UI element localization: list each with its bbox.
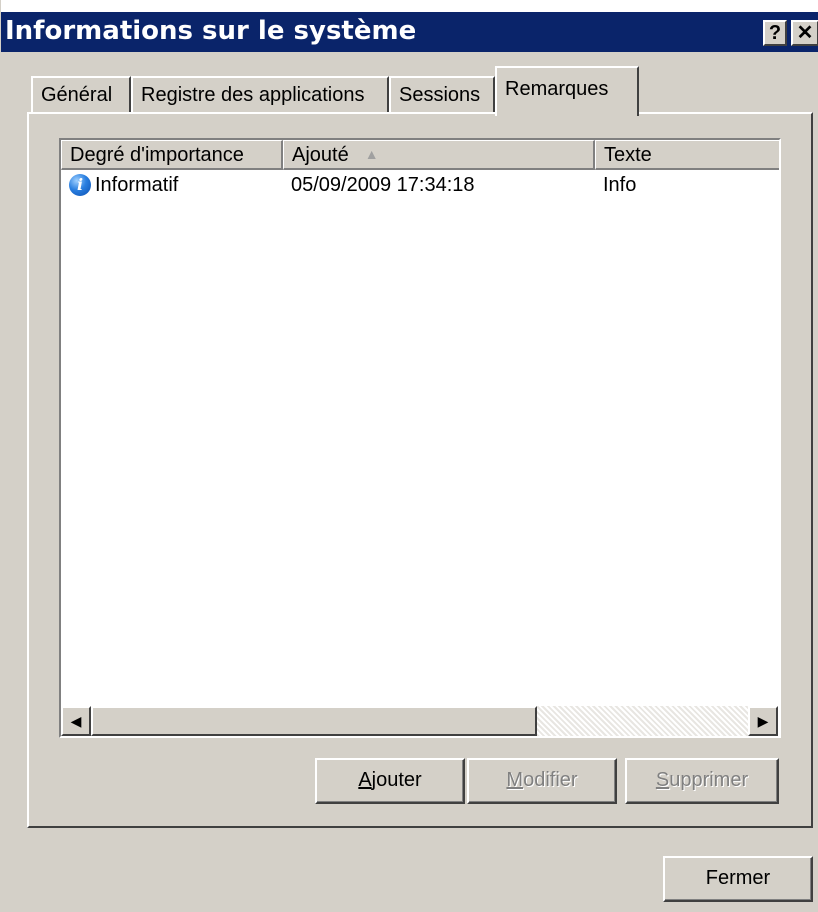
tab-general[interactable]: Général [31, 76, 131, 114]
help-button[interactable]: ? [763, 20, 787, 46]
added-cell: 05/09/2009 17:34:18 [291, 174, 475, 196]
text-cell: Info [603, 174, 637, 196]
column-label: Texte [604, 144, 652, 166]
modify-label: odifier [523, 769, 578, 791]
column-label: Degré d'importance [70, 144, 244, 166]
scroll-left-icon[interactable]: ◀ [61, 706, 91, 736]
delete-accel: S [655, 769, 670, 791]
info-icon: i [69, 174, 91, 196]
system-info-dialog: Informations sur le système ? ✕ Général … [0, 0, 818, 912]
scroll-thumb[interactable] [91, 706, 537, 736]
add-label: jouter [371, 769, 422, 791]
remarks-list[interactable]: Degré d'importance Ajouté ▲ Texte i Infor… [59, 138, 781, 738]
delete-label: upprimer [669, 769, 749, 791]
window-title: Informations sur le système [5, 16, 417, 46]
list-item[interactable]: i Informatif 05/09/2009 17:34:18 Info [61, 172, 779, 202]
horizontal-scrollbar[interactable]: ◀ ▶ [61, 706, 778, 736]
close-button[interactable]: Fermer [663, 856, 813, 902]
add-button[interactable]: Ajouter [315, 758, 465, 804]
modify-accel: M [506, 769, 524, 791]
modify-button[interactable]: Modifier [467, 758, 617, 804]
tab-sessions[interactable]: Sessions [389, 76, 495, 114]
tab-remarks[interactable]: Remarques [495, 66, 639, 116]
column-label: Ajouté [292, 144, 349, 166]
scroll-track[interactable] [537, 706, 748, 736]
top-strip [1, 0, 818, 12]
scroll-right-icon[interactable]: ▶ [748, 706, 778, 736]
column-header-text[interactable]: Texte [595, 140, 779, 170]
importance-cell: Informatif [95, 174, 179, 196]
sort-ascending-icon: ▲ [364, 146, 379, 162]
title-bar[interactable]: Informations sur le système ? ✕ [1, 12, 818, 52]
column-header-importance[interactable]: Degré d'importance [61, 140, 283, 170]
close-icon[interactable]: ✕ [791, 20, 818, 46]
delete-button[interactable]: Supprimer [625, 758, 779, 804]
add-accel: A [358, 769, 372, 791]
tab-application-log[interactable]: Registre des applications [131, 76, 389, 114]
column-header-added[interactable]: Ajouté ▲ [283, 140, 595, 170]
